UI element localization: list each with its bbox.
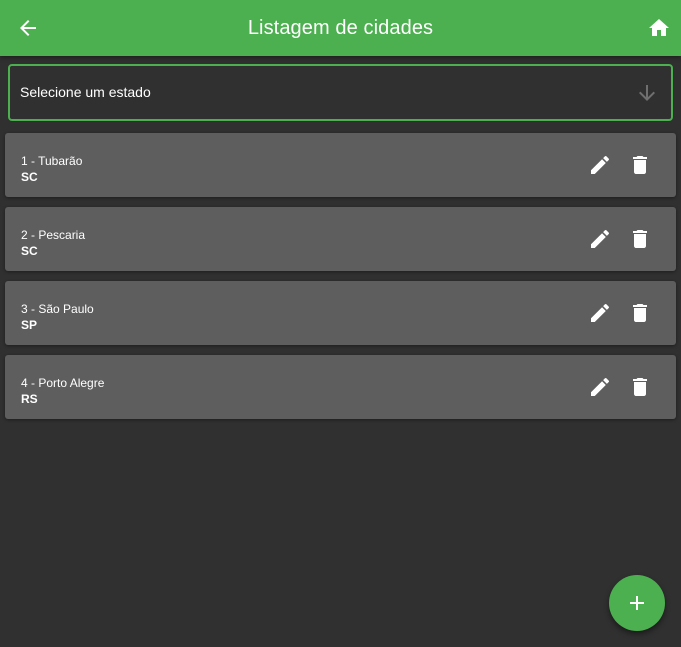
trash-icon: [633, 156, 647, 174]
city-list: 1 - Tubarão SC 2 - Pescaria SC 3 - São P…: [5, 133, 676, 429]
edit-button[interactable]: [588, 153, 612, 177]
pencil-icon: [591, 155, 610, 174]
city-state: SC: [21, 170, 38, 184]
home-icon: [649, 19, 669, 36]
list-item[interactable]: 3 - São Paulo SP: [5, 281, 676, 345]
city-state: SP: [21, 318, 38, 332]
trash-icon: [633, 378, 647, 396]
state-select[interactable]: Selecione um estado: [8, 64, 673, 121]
city-name: 2 - Pescaria: [21, 228, 86, 242]
state-select-label: Selecione um estado: [20, 84, 151, 100]
home-button[interactable]: [647, 16, 671, 40]
app-root: Listagem de cidades Selecione um estado …: [0, 0, 681, 647]
city-name: 4 - Porto Alegre: [21, 376, 105, 390]
list-item[interactable]: 2 - Pescaria SC: [5, 207, 676, 271]
pencil-icon: [591, 229, 610, 248]
edit-button[interactable]: [588, 301, 612, 325]
delete-button[interactable]: [628, 375, 652, 399]
add-city-button[interactable]: [609, 575, 665, 631]
arrow-down-icon: [639, 85, 655, 101]
trash-icon: [633, 230, 647, 248]
city-state: SC: [21, 244, 38, 258]
edit-button[interactable]: [588, 227, 612, 251]
city-name: 1 - Tubarão: [21, 154, 83, 168]
list-item[interactable]: 1 - Tubarão SC: [5, 133, 676, 197]
city-state: RS: [21, 392, 38, 406]
trash-icon: [633, 304, 647, 322]
delete-button[interactable]: [628, 301, 652, 325]
list-item[interactable]: 4 - Porto Alegre RS: [5, 355, 676, 419]
pencil-icon: [591, 303, 610, 322]
page-title: Listagem de cidades: [247, 17, 434, 39]
pencil-icon: [591, 377, 610, 396]
city-name: 3 - São Paulo: [21, 302, 94, 316]
plus-icon: [630, 596, 644, 610]
delete-button[interactable]: [628, 227, 652, 251]
edit-button[interactable]: [588, 375, 612, 399]
app-bar: Listagem de cidades: [0, 0, 681, 56]
delete-button[interactable]: [628, 153, 652, 177]
